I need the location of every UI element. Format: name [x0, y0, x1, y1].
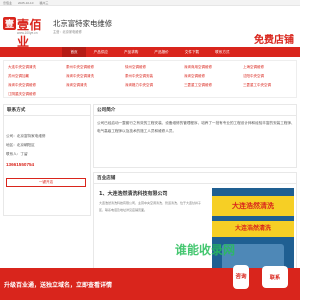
- top-bar: 壹佰业 2025-10-10 福州三: [0, 0, 300, 6]
- watermark-text: 谁能收录网: [175, 243, 236, 257]
- contact-company: 公司：北京富特家电维修: [6, 134, 46, 138]
- shop-item-description: 大连浩然清洗科技有限公司，主营中央空调清洗、管道清洗，位于大连甘井子区，联系电话…: [99, 201, 202, 212]
- contact-city: 地区：北京朝阳区: [6, 143, 35, 147]
- ad-banner: 大连浩然清洗: [212, 221, 294, 237]
- service-link[interactable]: 深圳中央空调维修: [8, 83, 36, 88]
- service-link[interactable]: 深圳中央空调清洗: [66, 74, 94, 79]
- intro-title: 公司简介: [94, 105, 296, 116]
- promo-text: 升级百业通，送独立域名，立即查看详情: [4, 283, 113, 289]
- nav-products-supply[interactable]: 产品供应: [86, 47, 116, 57]
- service-link[interactable]: 大连中央空调清洗: [8, 65, 36, 70]
- nav-downloads[interactable]: 文件下载: [177, 47, 207, 57]
- service-link[interactable]: 沈阳中央空调: [243, 74, 264, 79]
- contact-phone[interactable]: 13661550754: [6, 162, 34, 167]
- service-link[interactable]: 江阴重庆空调维修: [8, 92, 36, 97]
- logo[interactable]: 壹 壹佰业 www.100ye.cn: [3, 17, 51, 49]
- site-name[interactable]: 壹佰业: [3, 1, 12, 5]
- service-links: 大连中央空调清洗 泰州中央空调维修 徐州空调维修 深圳商用空调维修 上海空调维修…: [3, 60, 297, 98]
- service-link[interactable]: 三菱重工中央空调: [243, 83, 271, 88]
- service-link[interactable]: 上海空调维修: [243, 65, 264, 70]
- nav-quotes[interactable]: 产品报价: [146, 47, 176, 57]
- date: 2025-10-10: [18, 0, 34, 5]
- service-link[interactable]: 深圳商用空调维修: [184, 65, 212, 70]
- logo-mark-icon: 壹: [3, 17, 16, 30]
- nav-contact[interactable]: 联系方式: [207, 47, 237, 57]
- service-link[interactable]: 三菱重工空调维修: [184, 83, 212, 88]
- contact-box: 联系方式 公司：北京富特家电维修 地区：北京朝阳区 联系人：丁留 1366155…: [3, 104, 91, 216]
- contact-person: 联系人：丁留: [6, 152, 28, 156]
- service-link[interactable]: 深圳空调清洗: [66, 83, 87, 88]
- nav-home[interactable]: 首页: [62, 47, 86, 57]
- company-subtitle: 主营：北京家电维修: [53, 30, 82, 34]
- shop-title: 百业店铺: [94, 173, 296, 184]
- intro-text: 公司已经启动一整套行之有效的工程安装、设备维修的管理程序，培养了一批有专业的工程…: [97, 121, 295, 133]
- site-header: 壹 壹佰业 www.100ye.cn 北京富特家电维修 主营：北京家电维修 免费…: [0, 7, 300, 49]
- company-name: 北京富特家电维修: [53, 19, 113, 28]
- service-link[interactable]: 苏州空调加氟: [8, 74, 29, 79]
- nav-products-buy[interactable]: 产品求购: [116, 47, 146, 57]
- ad-banner: 大连浩然清洗: [212, 196, 294, 216]
- shop-item-title[interactable]: 1、大连浩然清洗科技有限公司: [99, 190, 167, 197]
- service-link[interactable]: 泰州中央空调安装: [125, 74, 153, 79]
- service-link[interactable]: 泰州中央空调维修: [66, 65, 94, 70]
- service-link[interactable]: 深圳空调维修: [184, 74, 205, 79]
- logo-url: www.100ye.cn: [17, 31, 38, 35]
- contact-title: 联系方式: [4, 105, 90, 116]
- intro-box: 公司简介 公司已经启动一整套行之有效的工程安装、设备维修的管理程序，培养了一批有…: [93, 104, 297, 168]
- service-link[interactable]: 深圳格力中央空调: [125, 83, 153, 88]
- service-link[interactable]: 徐州空调维修: [125, 65, 146, 70]
- location[interactable]: 福州三: [39, 1, 48, 5]
- consult-button[interactable]: 咨询: [233, 265, 249, 289]
- contact-float-button[interactable]: 联系: [262, 266, 288, 288]
- open-shop-button[interactable]: 一键开店: [6, 178, 86, 187]
- bottom-promo-bar[interactable]: 升级百业通，送独立域名，立即查看详情: [0, 268, 300, 300]
- main-nav: 首页 产品供应 产品求购 产品报价 文件下载 联系方式: [0, 47, 300, 57]
- free-shop-badge[interactable]: 免费店铺: [254, 31, 294, 46]
